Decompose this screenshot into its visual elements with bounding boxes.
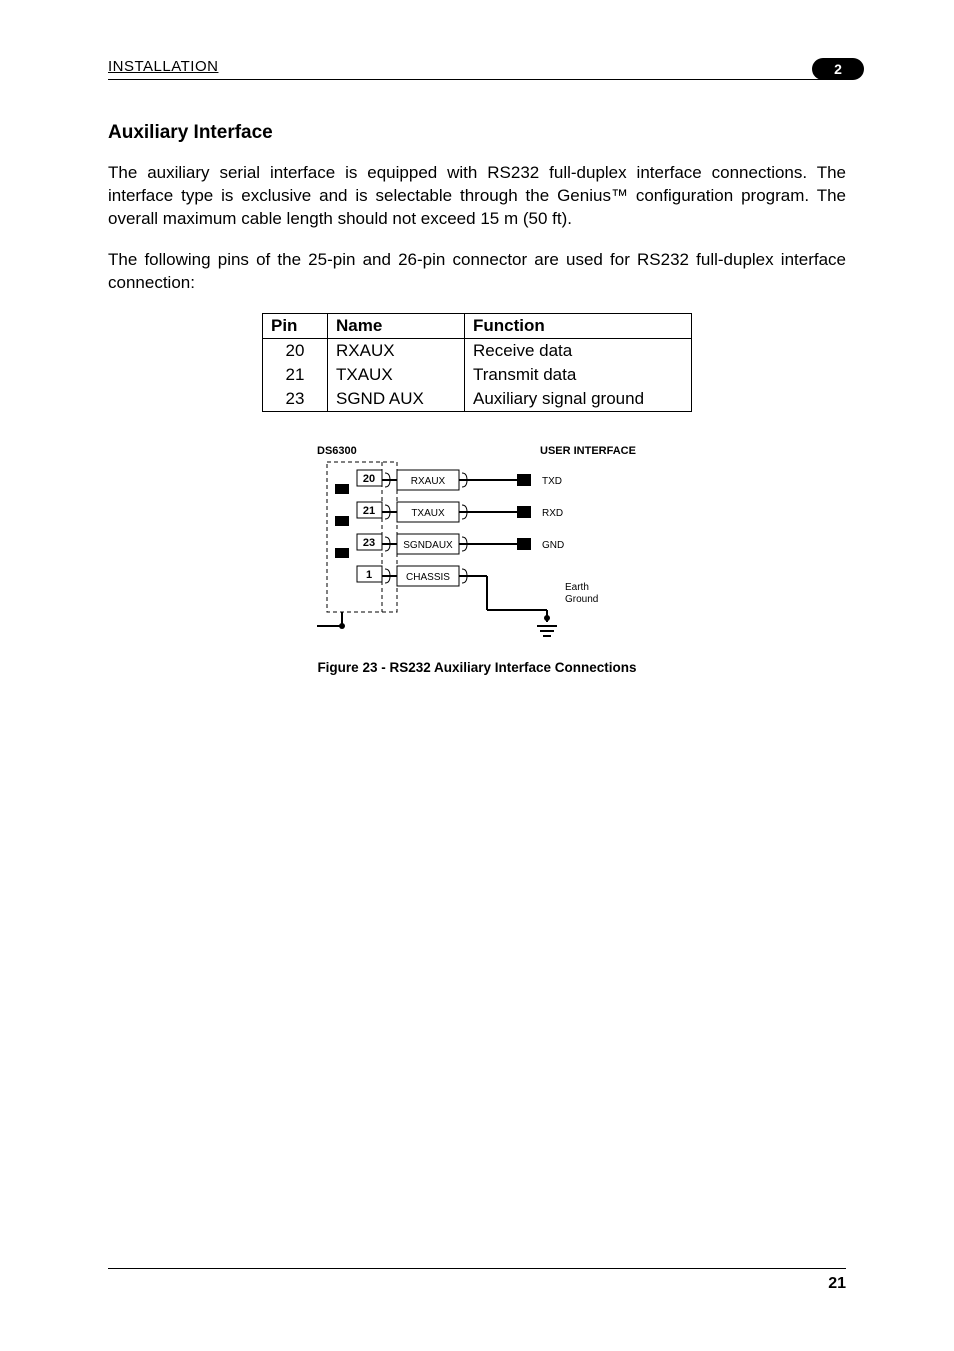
col-pin-header: Pin [263,313,328,338]
table-row: 23 SGND AUX Auxiliary signal ground [263,387,692,412]
page-number: 21 [828,1275,846,1292]
signal-sgndaux: SGNDAUX [397,534,459,554]
diagram-svg: DS6300 USER INTERFACE 20 21 23 1 [287,440,667,650]
earth-label-2: Ground [565,594,598,605]
pin-table: Pin Name Function 20 RXAUX Receive data … [262,313,692,412]
page-footer: 21 [108,1268,846,1293]
paragraph-1: The auxiliary serial interface is equipp… [108,162,846,231]
svg-text:CHASSIS: CHASSIS [406,572,450,583]
diagram-left-title: DS6300 [317,445,357,457]
cell-func: Receive data [465,338,692,363]
cell-pin: 21 [263,363,328,387]
remote-pad-txd [517,474,531,486]
pin-box-1: 1 [357,566,382,582]
svg-text:1: 1 [366,569,372,581]
svg-text:20: 20 [363,473,375,485]
svg-text:TXAUX: TXAUX [411,508,445,519]
section-title: Auxiliary Interface [108,122,846,144]
remote-label-gnd: GND [542,540,564,551]
wiring-diagram: DS6300 USER INTERFACE 20 21 23 1 [108,440,846,650]
cell-name: SGND AUX [328,387,465,412]
remote-pad-gnd [517,538,531,550]
signal-chassis: CHASSIS [397,566,459,586]
col-func-header: Function [465,313,692,338]
svg-text:21: 21 [363,505,375,517]
signal-rxaux: RXAUX [397,470,459,490]
page-header: INSTALLATION [108,58,846,80]
col-name-header: Name [328,313,465,338]
earth-label-1: Earth [565,582,589,593]
svg-text:SGNDAUX: SGNDAUX [403,540,453,551]
diagram-right-title: USER INTERFACE [540,445,636,457]
paragraph-2: The following pins of the 25-pin and 26-… [108,249,846,295]
svg-text:RXAUX: RXAUX [411,476,446,487]
signal-txaux: TXAUX [397,502,459,522]
remote-label-txd: TXD [542,476,562,487]
pin-box-20: 20 [357,470,382,486]
figure-caption: Figure 23 - RS232 Auxiliary Interface Co… [108,660,846,675]
table-row: 21 TXAUX Transmit data [263,363,692,387]
table-header-row: Pin Name Function [263,313,692,338]
cell-name: TXAUX [328,363,465,387]
remote-pad-rxd [517,506,531,518]
svg-text:23: 23 [363,537,375,549]
pin-box-21: 21 [357,502,382,518]
cell-name: RXAUX [328,338,465,363]
table-row: 20 RXAUX Receive data [263,338,692,363]
pin-box-23: 23 [357,534,382,550]
cell-pin: 23 [263,387,328,412]
remote-label-rxd: RXD [542,508,563,519]
cell-pin: 20 [263,338,328,363]
cell-func: Transmit data [465,363,692,387]
header-section-label: INSTALLATION [108,58,218,75]
cell-func: Auxiliary signal ground [465,387,692,412]
chapter-badge: 2 [812,58,864,80]
